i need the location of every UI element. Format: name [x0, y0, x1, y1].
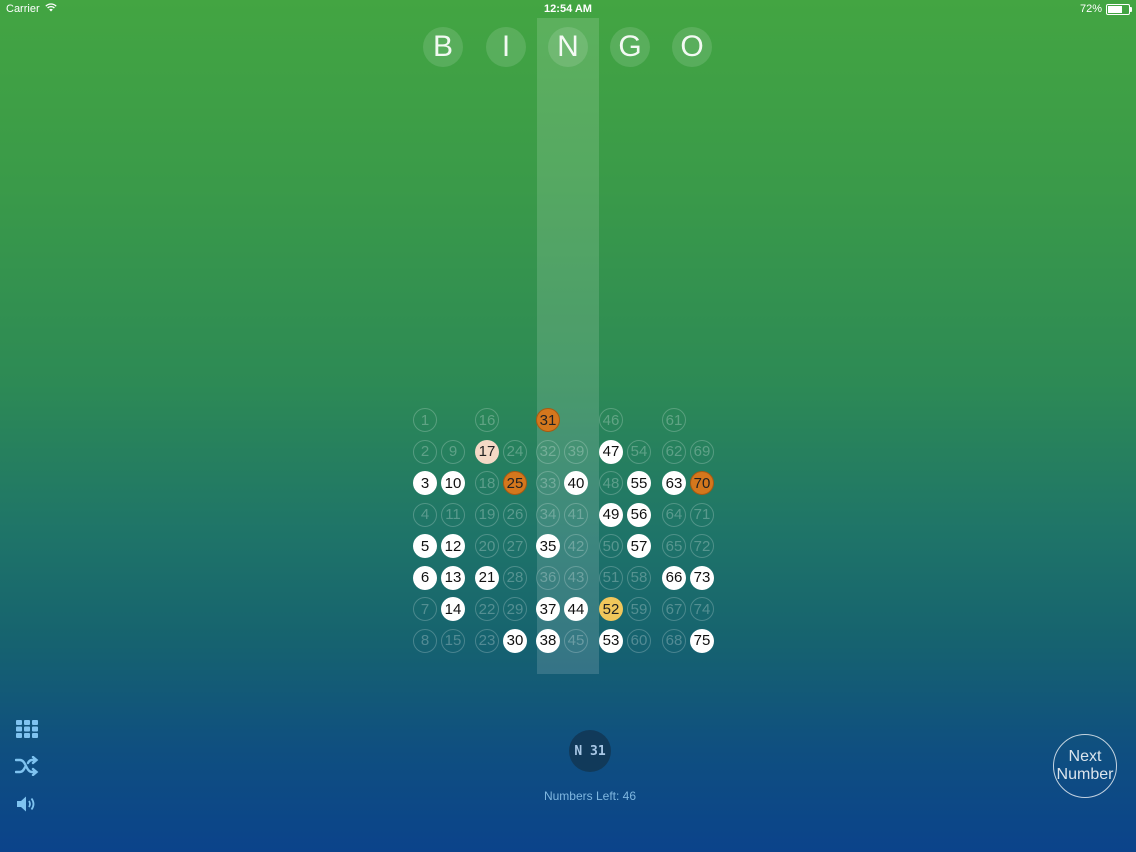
bingo-ball-28[interactable]: 28: [503, 565, 527, 590]
bingo-ball-53[interactable]: 53: [599, 628, 623, 653]
bingo-ball-52[interactable]: 52: [599, 597, 623, 621]
bingo-ball-67[interactable]: 67: [662, 597, 686, 621]
bingo-ball-14[interactable]: 14: [441, 597, 465, 621]
bingo-ball-64[interactable]: 64: [662, 502, 686, 527]
bingo-ball-54[interactable]: 54: [627, 439, 651, 464]
bingo-ball-3[interactable]: 3: [413, 471, 437, 495]
bingo-ball-43[interactable]: 43: [564, 565, 588, 590]
bingo-ball-42[interactable]: 42: [564, 534, 588, 558]
bingo-ball-45[interactable]: 45: [564, 628, 588, 653]
battery-percent: 72%: [1079, 3, 1102, 15]
bingo-ball-19[interactable]: 19: [475, 502, 499, 527]
bingo-ball-51[interactable]: 51: [599, 565, 623, 590]
bingo-ball-71[interactable]: 71: [690, 502, 714, 527]
bingo-ball-40[interactable]: 40: [564, 471, 588, 495]
bingo-ball-73[interactable]: 73: [690, 565, 714, 590]
bingo-ball-37[interactable]: 37: [536, 597, 560, 621]
bingo-ball-34[interactable]: 34: [536, 502, 560, 527]
header-letter-o[interactable]: O: [672, 27, 712, 67]
bingo-ball-1[interactable]: 1: [413, 408, 437, 432]
bingo-ball-5[interactable]: 5: [413, 534, 437, 558]
bingo-ball-55[interactable]: 55: [627, 471, 651, 495]
bingo-ball-25[interactable]: 25: [503, 471, 527, 495]
numbers-left-label: Numbers Left: 46: [543, 789, 637, 803]
bingo-ball-27[interactable]: 27: [503, 534, 527, 558]
bingo-ball-11[interactable]: 11: [441, 502, 465, 527]
bingo-ball-46[interactable]: 46: [599, 408, 623, 432]
bingo-ball-21[interactable]: 21: [475, 565, 499, 590]
bingo-ball-72[interactable]: 72: [690, 534, 714, 558]
bingo-ball-49[interactable]: 49: [599, 502, 623, 527]
bingo-ball-18[interactable]: 18: [475, 471, 499, 495]
bingo-ball-75[interactable]: 75: [690, 628, 714, 653]
next-number-button[interactable]: Next Number: [1053, 734, 1117, 798]
bingo-ball-26[interactable]: 26: [503, 502, 527, 527]
bingo-ball-16[interactable]: 16: [475, 408, 499, 432]
header-letter-g[interactable]: G: [610, 27, 650, 67]
status-right: 72%: [1079, 3, 1132, 15]
bingo-ball-41[interactable]: 41: [564, 502, 588, 527]
bingo-ball-65[interactable]: 65: [662, 534, 686, 558]
bingo-ball-59[interactable]: 59: [627, 597, 651, 621]
bingo-ball-17[interactable]: 17: [475, 439, 499, 464]
status-bar: Carrier 12:54 AM 72%: [0, 0, 1136, 18]
bingo-ball-20[interactable]: 20: [475, 534, 499, 558]
bingo-ball-61[interactable]: 61: [662, 408, 686, 432]
bingo-ball-31[interactable]: 31: [536, 408, 560, 432]
bingo-ball-60[interactable]: 60: [627, 628, 651, 653]
bingo-ball-10[interactable]: 10: [441, 471, 465, 495]
bingo-ball-2[interactable]: 2: [413, 439, 437, 464]
header-letter-n[interactable]: N: [548, 27, 588, 67]
bingo-ball-32[interactable]: 32: [536, 439, 560, 464]
bingo-ball-70[interactable]: 70: [690, 471, 714, 495]
grid-icon[interactable]: [14, 716, 40, 742]
header-letter-i[interactable]: I: [486, 27, 526, 67]
bingo-ball-58[interactable]: 58: [627, 565, 651, 590]
bingo-ball-33[interactable]: 33: [536, 471, 560, 495]
bingo-ball-38[interactable]: 38: [536, 628, 560, 653]
bingo-ball-9[interactable]: 9: [441, 439, 465, 464]
bingo-ball-12[interactable]: 12: [441, 534, 465, 558]
header-letter-b[interactable]: B: [423, 27, 463, 67]
bingo-ball-8[interactable]: 8: [413, 628, 437, 653]
bingo-ball-48[interactable]: 48: [599, 471, 623, 495]
shuffle-icon[interactable]: [14, 753, 40, 779]
bingo-ball-56[interactable]: 56: [627, 502, 651, 527]
bingo-ball-24[interactable]: 24: [503, 439, 527, 464]
current-call-badge: N 31: [569, 730, 611, 772]
bingo-ball-63[interactable]: 63: [662, 471, 686, 495]
bingo-ball-74[interactable]: 74: [690, 597, 714, 621]
bingo-ball-36[interactable]: 36: [536, 565, 560, 590]
bingo-ball-35[interactable]: 35: [536, 534, 560, 558]
bingo-ball-47[interactable]: 47: [599, 439, 623, 464]
bingo-ball-44[interactable]: 44: [564, 597, 588, 621]
bingo-ball-15[interactable]: 15: [441, 628, 465, 653]
bingo-ball-30[interactable]: 30: [503, 628, 527, 653]
bingo-ball-22[interactable]: 22: [475, 597, 499, 621]
bingo-ball-62[interactable]: 62: [662, 439, 686, 464]
bingo-ball-7[interactable]: 7: [413, 597, 437, 621]
bingo-ball-4[interactable]: 4: [413, 502, 437, 527]
bingo-ball-57[interactable]: 57: [627, 534, 651, 558]
bingo-ball-69[interactable]: 69: [690, 439, 714, 464]
bingo-ball-29[interactable]: 29: [503, 597, 527, 621]
bingo-ball-66[interactable]: 66: [662, 565, 686, 590]
bingo-ball-68[interactable]: 68: [662, 628, 686, 653]
bingo-ball-50[interactable]: 50: [599, 534, 623, 558]
bingo-ball-6[interactable]: 6: [413, 565, 437, 590]
bingo-ball-39[interactable]: 39: [564, 439, 588, 464]
battery-icon: [1106, 3, 1132, 15]
status-time: 12:54 AM: [544, 3, 592, 15]
bingo-ball-13[interactable]: 13: [441, 565, 465, 590]
bingo-ball-23[interactable]: 23: [475, 628, 499, 653]
